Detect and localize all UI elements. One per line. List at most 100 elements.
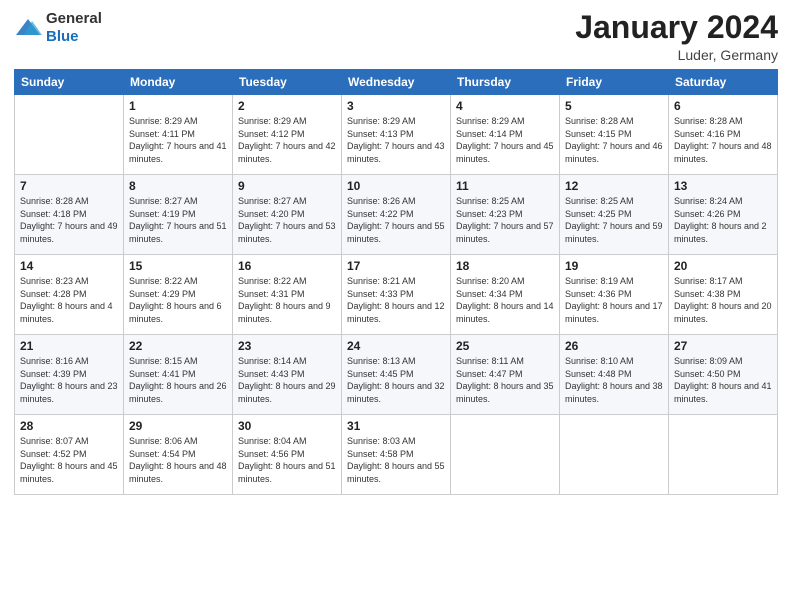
logo-general: General (46, 10, 102, 27)
day-cell: 5 Sunrise: 8:28 AMSunset: 4:15 PMDaylight… (560, 95, 669, 175)
day-cell: 13Sunrise: 8:24 AMSunset: 4:26 PMDayligh… (669, 175, 778, 255)
day-info: Sunrise: 8:27 AMSunset: 4:19 PMDaylight:… (129, 195, 227, 245)
day-number: 4 (456, 99, 554, 113)
day-number: 5 (565, 99, 663, 113)
day-info: Sunrise: 8:22 AMSunset: 4:31 PMDaylight:… (238, 275, 336, 325)
day-info: Sunrise: 8:27 AMSunset: 4:20 PMDaylight:… (238, 195, 336, 245)
day-cell: 19 Sunrise: 8:19 AMSunset: 4:36 PMDayligh… (560, 255, 669, 335)
calendar-container: General Blue January 2024 Luder, Germany… (0, 0, 792, 612)
day-header-monday: Monday (124, 70, 233, 95)
day-info: Sunrise: 8:22 AMSunset: 4:29 PMDaylight:… (129, 275, 227, 325)
day-number: 29 (129, 419, 227, 433)
month-title: January 2024 (575, 10, 778, 45)
day-number: 27 (674, 339, 772, 353)
day-number: 19 (565, 259, 663, 273)
day-number: 7 (20, 179, 118, 193)
day-cell: 10 Sunrise: 8:26 AMSunset: 4:22 PMDayligh… (342, 175, 451, 255)
day-cell: 22 Sunrise: 8:15 AMSunset: 4:41 PMDayligh… (124, 335, 233, 415)
day-number: 3 (347, 99, 445, 113)
day-cell: 31Sunrise: 8:03 AMSunset: 4:58 PMDayligh… (342, 415, 451, 495)
day-info: Sunrise: 8:28 AMSunset: 4:18 PMDaylight:… (20, 195, 118, 245)
day-cell: 23Sunrise: 8:14 AMSunset: 4:43 PMDayligh… (233, 335, 342, 415)
day-cell: 4 Sunrise: 8:29 AMSunset: 4:14 PMDaylight… (451, 95, 560, 175)
day-info: Sunrise: 8:13 AMSunset: 4:45 PMDaylight:… (347, 355, 445, 405)
day-number: 21 (20, 339, 118, 353)
day-cell: 27 Sunrise: 8:09 AMSunset: 4:50 PMDayligh… (669, 335, 778, 415)
day-info: Sunrise: 8:25 AMSunset: 4:25 PMDaylight:… (565, 195, 663, 245)
logo-text: General Blue (46, 10, 102, 46)
day-number: 14 (20, 259, 118, 273)
day-cell (451, 415, 560, 495)
day-info: Sunrise: 8:29 AMSunset: 4:12 PMDaylight:… (238, 115, 336, 165)
day-info: Sunrise: 8:09 AMSunset: 4:50 PMDaylight:… (674, 355, 772, 405)
day-info: Sunrise: 8:07 AMSunset: 4:52 PMDaylight:… (20, 435, 118, 485)
day-cell: 9 Sunrise: 8:27 AMSunset: 4:20 PMDaylight… (233, 175, 342, 255)
day-info: Sunrise: 8:28 AMSunset: 4:16 PMDaylight:… (674, 115, 772, 165)
day-header-tuesday: Tuesday (233, 70, 342, 95)
day-info: Sunrise: 8:29 AMSunset: 4:11 PMDaylight:… (129, 115, 227, 165)
day-number: 16 (238, 259, 336, 273)
logo: General Blue (14, 10, 102, 46)
day-header-thursday: Thursday (451, 70, 560, 95)
day-number: 30 (238, 419, 336, 433)
day-cell: 2 Sunrise: 8:29 AMSunset: 4:12 PMDaylight… (233, 95, 342, 175)
day-info: Sunrise: 8:23 AMSunset: 4:28 PMDaylight:… (20, 275, 118, 325)
week-row-4: 21Sunrise: 8:16 AMSunset: 4:39 PMDayligh… (15, 335, 778, 415)
day-number: 17 (347, 259, 445, 273)
day-cell: 11 Sunrise: 8:25 AMSunset: 4:23 PMDayligh… (451, 175, 560, 255)
day-cell: 8Sunrise: 8:27 AMSunset: 4:19 PMDaylight… (124, 175, 233, 255)
day-cell: 12 Sunrise: 8:25 AMSunset: 4:25 PMDayligh… (560, 175, 669, 255)
day-cell: 20Sunrise: 8:17 AMSunset: 4:38 PMDayligh… (669, 255, 778, 335)
day-info: Sunrise: 8:29 AMSunset: 4:14 PMDaylight:… (456, 115, 554, 165)
day-cell: 25Sunrise: 8:11 AMSunset: 4:47 PMDayligh… (451, 335, 560, 415)
day-info: Sunrise: 8:21 AMSunset: 4:33 PMDaylight:… (347, 275, 445, 325)
day-cell: 14 Sunrise: 8:23 AMSunset: 4:28 PMDayligh… (15, 255, 124, 335)
day-number: 6 (674, 99, 772, 113)
day-cell: 15 Sunrise: 8:22 AMSunset: 4:29 PMDayligh… (124, 255, 233, 335)
day-cell: 29 Sunrise: 8:06 AMSunset: 4:54 PMDayligh… (124, 415, 233, 495)
day-number: 2 (238, 99, 336, 113)
day-number: 24 (347, 339, 445, 353)
day-cell (669, 415, 778, 495)
day-cell: 28 Sunrise: 8:07 AMSunset: 4:52 PMDayligh… (15, 415, 124, 495)
day-number: 22 (129, 339, 227, 353)
day-info: Sunrise: 8:29 AMSunset: 4:13 PMDaylight:… (347, 115, 445, 165)
day-info: Sunrise: 8:24 AMSunset: 4:26 PMDaylight:… (674, 195, 772, 245)
day-cell: 7 Sunrise: 8:28 AMSunset: 4:18 PMDaylight… (15, 175, 124, 255)
day-number: 26 (565, 339, 663, 353)
day-info: Sunrise: 8:19 AMSunset: 4:36 PMDaylight:… (565, 275, 663, 325)
day-number: 11 (456, 179, 554, 193)
week-row-1: 1 Sunrise: 8:29 AMSunset: 4:11 PMDaylight… (15, 95, 778, 175)
week-row-2: 7 Sunrise: 8:28 AMSunset: 4:18 PMDaylight… (15, 175, 778, 255)
day-cell: 24 Sunrise: 8:13 AMSunset: 4:45 PMDayligh… (342, 335, 451, 415)
day-info: Sunrise: 8:15 AMSunset: 4:41 PMDaylight:… (129, 355, 227, 405)
calendar-table: SundayMondayTuesdayWednesdayThursdayFrid… (14, 69, 778, 495)
day-header-saturday: Saturday (669, 70, 778, 95)
day-cell: 16 Sunrise: 8:22 AMSunset: 4:31 PMDayligh… (233, 255, 342, 335)
day-number: 28 (20, 419, 118, 433)
day-cell (560, 415, 669, 495)
day-number: 1 (129, 99, 227, 113)
week-row-3: 14 Sunrise: 8:23 AMSunset: 4:28 PMDayligh… (15, 255, 778, 335)
day-number: 15 (129, 259, 227, 273)
day-cell: 3 Sunrise: 8:29 AMSunset: 4:13 PMDaylight… (342, 95, 451, 175)
location-title: Luder, Germany (575, 47, 778, 63)
day-number: 31 (347, 419, 445, 433)
day-info: Sunrise: 8:11 AMSunset: 4:47 PMDaylight:… (456, 355, 554, 405)
days-header-row: SundayMondayTuesdayWednesdayThursdayFrid… (15, 70, 778, 95)
day-header-sunday: Sunday (15, 70, 124, 95)
day-info: Sunrise: 8:25 AMSunset: 4:23 PMDaylight:… (456, 195, 554, 245)
day-cell: 17 Sunrise: 8:21 AMSunset: 4:33 PMDayligh… (342, 255, 451, 335)
day-header-friday: Friday (560, 70, 669, 95)
day-info: Sunrise: 8:17 AMSunset: 4:38 PMDaylight:… (674, 275, 772, 325)
day-cell: 21Sunrise: 8:16 AMSunset: 4:39 PMDayligh… (15, 335, 124, 415)
day-info: Sunrise: 8:26 AMSunset: 4:22 PMDaylight:… (347, 195, 445, 245)
day-info: Sunrise: 8:28 AMSunset: 4:15 PMDaylight:… (565, 115, 663, 165)
day-number: 12 (565, 179, 663, 193)
day-number: 10 (347, 179, 445, 193)
day-cell: 6 Sunrise: 8:28 AMSunset: 4:16 PMDaylight… (669, 95, 778, 175)
day-info: Sunrise: 8:06 AMSunset: 4:54 PMDaylight:… (129, 435, 227, 485)
day-number: 9 (238, 179, 336, 193)
logo-icon (14, 17, 42, 39)
day-info: Sunrise: 8:10 AMSunset: 4:48 PMDaylight:… (565, 355, 663, 405)
